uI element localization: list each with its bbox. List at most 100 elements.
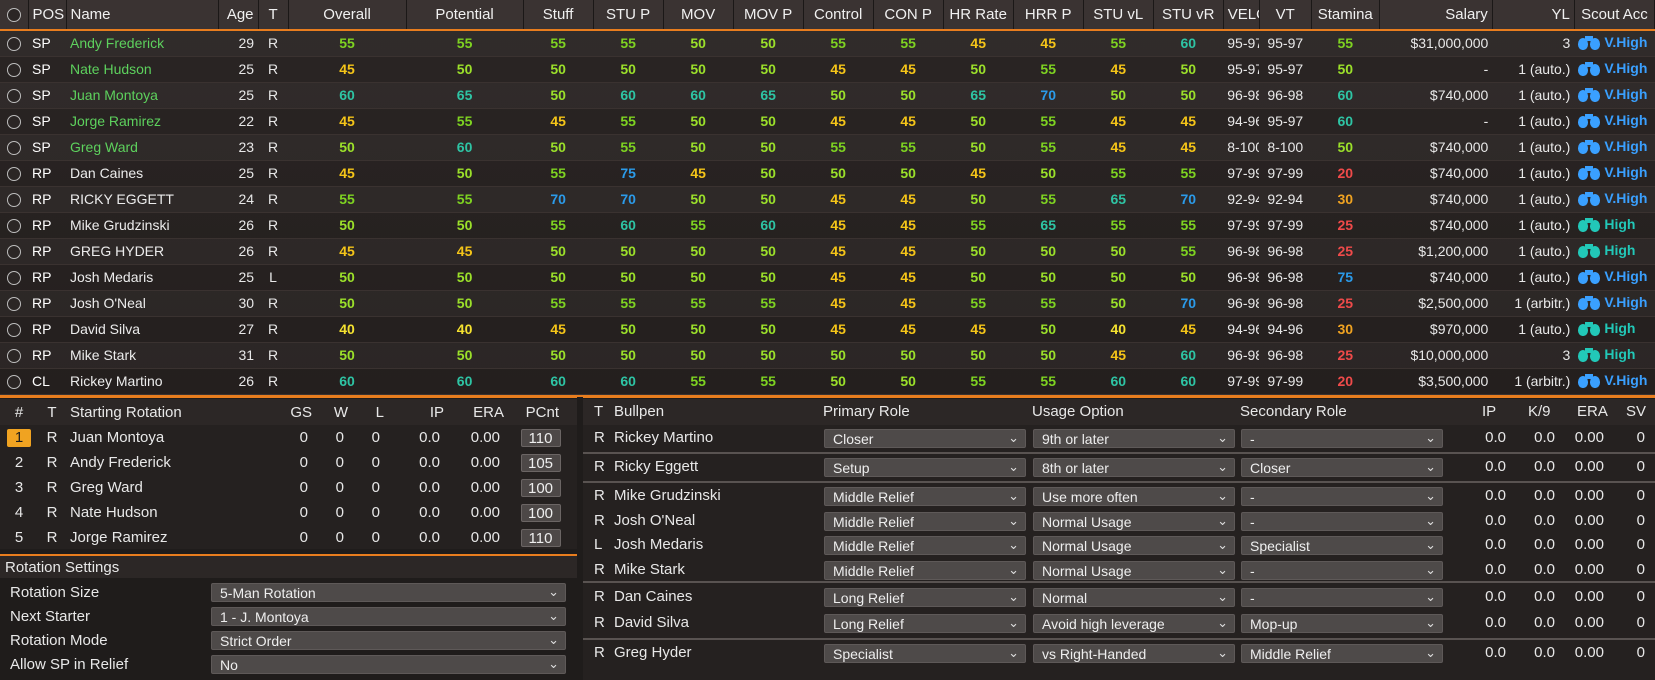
next-starter-dropdown[interactable]: 1 - J. Montoya ⌄ bbox=[211, 607, 566, 626]
roster-row[interactable]: RP Josh O'Neal 30 R 50 50 55 55 55 55 45 45 55 55 50 70… bbox=[0, 290, 1655, 317]
bullpen-row[interactable]: L Josh Medaris Middle Relief ⌄ Normal Usage ⌄… bbox=[583, 533, 1655, 557]
roster-row[interactable]: RP RICKY EGGETT 24 R 55 55 70 70 50 50 45 45 50 55 65 7… bbox=[0, 186, 1655, 213]
row-radio[interactable] bbox=[0, 56, 28, 83]
player-name-link[interactable]: RICKY EGGETT bbox=[66, 186, 219, 213]
col-name[interactable]: Name bbox=[66, 0, 219, 31]
primary-role-dropdown[interactable]: Long Relief ⌄ bbox=[824, 614, 1026, 633]
col-velo[interactable]: VELO bbox=[1223, 0, 1260, 31]
rotation-size-dropdown[interactable]: 5-Man Rotation ⌄ bbox=[211, 583, 566, 602]
bullpen-pitcher-name[interactable]: Mike Stark bbox=[614, 561, 685, 578]
player-name-link[interactable]: Jorge Ramirez bbox=[66, 108, 219, 135]
pitch-count-input[interactable]: 110 bbox=[504, 425, 577, 450]
roster-row[interactable]: RP Josh Medaris 25 L 50 50 50 50 50 50 45 45 50 50 50 5… bbox=[0, 264, 1655, 291]
player-name-link[interactable]: Mike Stark bbox=[66, 342, 219, 369]
pitch-count-input[interactable]: 105 bbox=[504, 450, 577, 475]
row-radio[interactable] bbox=[0, 186, 28, 213]
primary-role-dropdown[interactable]: Setup ⌄ bbox=[824, 458, 1026, 477]
row-radio[interactable] bbox=[0, 264, 28, 291]
primary-role-dropdown[interactable]: Closer ⌄ bbox=[824, 429, 1026, 448]
player-name-link[interactable]: Juan Montoya bbox=[66, 82, 219, 109]
row-radio[interactable] bbox=[0, 108, 28, 135]
player-name-link[interactable]: Dan Caines bbox=[66, 160, 219, 187]
col-stu-vl[interactable]: STU vL bbox=[1083, 0, 1154, 31]
secondary-role-dropdown[interactable]: Specialist ⌄ bbox=[1241, 536, 1443, 555]
col-hr-rate[interactable]: HR Rate bbox=[943, 0, 1014, 31]
usage-option-dropdown[interactable]: Normal Usage ⌄ bbox=[1033, 512, 1235, 531]
roster-row[interactable]: SP Andy Frederick 29 R 55 55 55 55 50 50 55 55 45 45 5… bbox=[0, 30, 1655, 57]
secondary-role-dropdown[interactable]: - ⌄ bbox=[1241, 487, 1443, 506]
rotation-row[interactable]: 5 R Jorge Ramirez 0 0 0 0.0 0.00 110 bbox=[0, 525, 577, 550]
col-stamina[interactable]: Stamina bbox=[1311, 0, 1380, 31]
row-radio[interactable] bbox=[0, 342, 28, 369]
secondary-role-dropdown[interactable]: Middle Relief ⌄ bbox=[1241, 644, 1443, 663]
player-name-link[interactable]: Josh Medaris bbox=[66, 264, 219, 291]
bullpen-pitcher-name[interactable]: David Silva bbox=[614, 614, 689, 631]
player-name-link[interactable]: David Silva bbox=[66, 316, 219, 343]
bullpen-row[interactable]: R Mike Grudzinski Middle Relief ⌄ Use more o… bbox=[583, 484, 1655, 508]
usage-option-dropdown[interactable]: Normal ⌄ bbox=[1033, 588, 1235, 607]
row-radio[interactable] bbox=[0, 82, 28, 109]
roster-row[interactable]: RP Mike Stark 31 R 50 50 50 50 50 50 50 50 50 50 45 60 9… bbox=[0, 342, 1655, 369]
col-control[interactable]: Control bbox=[803, 0, 874, 31]
roster-row[interactable]: CL Rickey Martino 26 R 60 60 60 60 55 55 50 50 55 55 6… bbox=[0, 368, 1655, 395]
player-name-link[interactable]: Greg Ward bbox=[66, 134, 219, 161]
roster-row[interactable]: SP Greg Ward 23 R 50 60 50 55 50 50 55 55 50 55 45 45 8-… bbox=[0, 134, 1655, 161]
usage-option-dropdown[interactable]: Avoid high leverage ⌄ bbox=[1033, 614, 1235, 633]
primary-role-dropdown[interactable]: Middle Relief ⌄ bbox=[824, 536, 1026, 555]
rotation-slot[interactable]: 4 bbox=[0, 500, 38, 525]
rotation-row[interactable]: 2 R Andy Frederick 0 0 0 0.0 0.00 105 bbox=[0, 450, 577, 475]
bullpen-pitcher-name[interactable]: Rickey Martino bbox=[614, 429, 713, 446]
row-radio[interactable] bbox=[0, 290, 28, 317]
bullpen-pitcher-name[interactable]: Josh Medaris bbox=[614, 536, 703, 553]
rotation-row[interactable]: 4 R Nate Hudson 0 0 0 0.0 0.00 100 bbox=[0, 500, 577, 525]
usage-option-dropdown[interactable]: 9th or later ⌄ bbox=[1033, 429, 1235, 448]
col-salary[interactable]: Salary bbox=[1379, 0, 1493, 31]
bullpen-row[interactable]: R Ricky Eggett Setup ⌄ 8th or later ⌄ Closer ⌄ 0… bbox=[583, 455, 1655, 479]
pitch-count-input[interactable]: 100 bbox=[504, 500, 577, 525]
allow-sp-in-relief-dropdown[interactable]: No ⌄ bbox=[211, 655, 566, 674]
rotation-row[interactable]: 3 R Greg Ward 0 0 0 0.0 0.00 100 bbox=[0, 475, 577, 500]
pitch-count-input[interactable]: 110 bbox=[504, 525, 577, 550]
bullpen-row[interactable]: R Mike Stark Middle Relief ⌄ Normal Usage ⌄ - ⌄… bbox=[583, 558, 1655, 582]
secondary-role-dropdown[interactable]: Mop-up ⌄ bbox=[1241, 614, 1443, 633]
roster-row[interactable]: SP Juan Montoya 25 R 60 65 50 60 60 65 50 50 65 70 50 5… bbox=[0, 82, 1655, 109]
rotation-slot[interactable]: 2 bbox=[0, 450, 38, 475]
col-mov-p[interactable]: MOV P bbox=[733, 0, 804, 31]
col-stu-p[interactable]: STU P bbox=[593, 0, 664, 31]
col-vt[interactable]: VT bbox=[1259, 0, 1312, 31]
roster-row[interactable]: RP GREG HYDER 26 R 45 45 50 50 50 50 45 45 50 50 50 55 9… bbox=[0, 238, 1655, 265]
player-name-link[interactable]: Mike Grudzinski bbox=[66, 212, 219, 239]
player-name-link[interactable]: Nate Hudson bbox=[66, 56, 219, 83]
rotation-slot[interactable]: 3 bbox=[0, 475, 38, 500]
rotation-row[interactable]: 1 R Juan Montoya 0 0 0 0.0 0.00 110 bbox=[0, 425, 577, 450]
usage-option-dropdown[interactable]: 8th or later ⌄ bbox=[1033, 458, 1235, 477]
rotation-pitcher-name[interactable]: Juan Montoya bbox=[66, 425, 264, 450]
row-radio[interactable] bbox=[0, 238, 28, 265]
rotation-mode-dropdown[interactable]: Strict Order ⌄ bbox=[211, 631, 566, 650]
player-name-link[interactable]: GREG HYDER bbox=[66, 238, 219, 265]
col-pos[interactable]: POS bbox=[28, 0, 67, 31]
row-radio[interactable] bbox=[0, 160, 28, 187]
primary-role-dropdown[interactable]: Specialist ⌄ bbox=[824, 644, 1026, 663]
row-radio[interactable] bbox=[0, 134, 28, 161]
player-name-link[interactable]: Josh O'Neal bbox=[66, 290, 219, 317]
col-yl[interactable]: YL bbox=[1492, 0, 1575, 31]
col-con-p[interactable]: CON P bbox=[873, 0, 944, 31]
roster-row[interactable]: SP Nate Hudson 25 R 45 50 50 50 50 50 45 45 50 55 45 50… bbox=[0, 56, 1655, 83]
bullpen-pitcher-name[interactable]: Ricky Eggett bbox=[614, 458, 698, 475]
secondary-role-dropdown[interactable]: - ⌄ bbox=[1241, 588, 1443, 607]
usage-option-dropdown[interactable]: Use more often ⌄ bbox=[1033, 487, 1235, 506]
bullpen-row[interactable]: R David Silva Long Relief ⌄ Avoid high lever… bbox=[583, 611, 1655, 635]
col-mov[interactable]: MOV bbox=[663, 0, 734, 31]
secondary-role-dropdown[interactable]: - ⌄ bbox=[1241, 561, 1443, 580]
bullpen-pitcher-name[interactable]: Josh O'Neal bbox=[614, 512, 695, 529]
player-name-link[interactable]: Andy Frederick bbox=[66, 30, 219, 57]
roster-row[interactable]: RP Mike Grudzinski 26 R 50 50 55 60 55 60 45 45 55 65… bbox=[0, 212, 1655, 239]
primary-role-dropdown[interactable]: Long Relief ⌄ bbox=[824, 588, 1026, 607]
secondary-role-dropdown[interactable]: - ⌄ bbox=[1241, 512, 1443, 531]
bullpen-row[interactable]: R Josh O'Neal Middle Relief ⌄ Normal Usage ⌄ -… bbox=[583, 509, 1655, 533]
col-stuff[interactable]: Stuff bbox=[523, 0, 594, 31]
row-radio[interactable] bbox=[0, 30, 28, 57]
roster-row[interactable]: RP David Silva 27 R 40 40 45 50 50 50 45 45 45 50 40 45… bbox=[0, 316, 1655, 343]
secondary-role-dropdown[interactable]: - ⌄ bbox=[1241, 429, 1443, 448]
